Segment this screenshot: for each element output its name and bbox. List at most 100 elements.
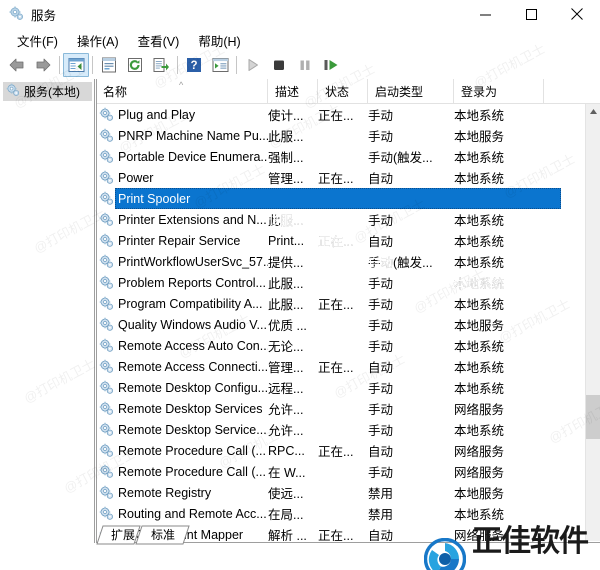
cell-log-on-as: 网络服务 bbox=[454, 403, 505, 417]
service-gear-icon bbox=[99, 443, 114, 461]
column-header-status-label: 状态 bbox=[325, 84, 350, 99]
table-row[interactable]: Remote Registry 使远... 禁用 本地服务 bbox=[96, 482, 585, 503]
close-button[interactable] bbox=[554, 0, 600, 28]
forward-icon[interactable] bbox=[30, 53, 56, 77]
window-title: 服务 bbox=[31, 9, 57, 23]
column-header-log-on-as-label: 登录为 bbox=[461, 84, 498, 99]
cell-service-name: Remote Desktop Service... bbox=[118, 422, 267, 437]
view-tabs: 扩展 标准 bbox=[96, 525, 600, 545]
scroll-up-icon[interactable] bbox=[586, 104, 600, 119]
table-row[interactable]: Remote Procedure Call (... RPC... 正在... 自动 网… bbox=[96, 440, 585, 461]
table-row[interactable]: Remote Access Connecti... 管理... 正在... 自动 本地系… bbox=[96, 356, 585, 377]
column-header-name-label: 名称 bbox=[103, 84, 128, 99]
minimize-button[interactable] bbox=[462, 0, 508, 28]
menu-help[interactable]: 帮助(H) bbox=[189, 29, 250, 52]
table-row[interactable]: Portable Device Enumera... 强制... 手动(触发... 本… bbox=[96, 146, 585, 167]
services-table: Plug and Play 使计... 正在... 手动 本地系统 PNRP Machin… bbox=[96, 104, 585, 541]
cell-status bbox=[318, 272, 366, 293]
cell-status: 正在... bbox=[318, 235, 354, 249]
column-header-log-on-as[interactable]: 登录为 bbox=[454, 79, 544, 103]
stop-service-icon[interactable] bbox=[266, 53, 292, 77]
table-row[interactable]: Remote Access Auto Con... 无论... 手动 本地系统 bbox=[96, 335, 585, 356]
table-row[interactable]: Remote Desktop Services 允许... 手动 网络服务 bbox=[96, 398, 585, 419]
cell-service-name: Remote Procedure Call (... bbox=[118, 443, 266, 458]
menu-view[interactable]: 查看(V) bbox=[129, 29, 190, 52]
show-tree-icon[interactable] bbox=[63, 53, 89, 77]
service-gear-icon bbox=[99, 401, 114, 419]
sidebar-item-label: 服务(本地) bbox=[24, 85, 80, 99]
cell-log-on-as: 本地服务 bbox=[454, 130, 505, 144]
export-list-icon[interactable] bbox=[148, 53, 174, 77]
column-header-blank[interactable] bbox=[544, 79, 585, 103]
cell-description: 此服... bbox=[268, 277, 304, 291]
column-header-name[interactable]: 名称 ^ bbox=[96, 79, 268, 103]
service-gear-icon bbox=[99, 254, 114, 272]
menu-file[interactable]: 文件(F) bbox=[8, 29, 68, 52]
cell-log-on-as: 本地系统 bbox=[454, 361, 505, 375]
column-header-status[interactable]: 状态 bbox=[318, 79, 368, 103]
cell-log-on-as: 网络服务 bbox=[454, 445, 505, 459]
cell-startup-type: 手动 bbox=[368, 340, 394, 354]
table-row[interactable]: Print Spooler 该服... 正在... 自动 本地系统 bbox=[96, 188, 585, 291]
scrollbar-thumb[interactable] bbox=[586, 395, 600, 439]
cell-service-name: Remote Desktop Configu... bbox=[118, 380, 268, 395]
cell-description: 允许... bbox=[268, 403, 304, 417]
cell-description: 此服... bbox=[268, 298, 304, 312]
service-gear-icon bbox=[99, 275, 114, 293]
tab-extended[interactable]: 扩展 bbox=[104, 525, 142, 544]
cell-description: 优质 ... bbox=[268, 319, 307, 333]
table-row[interactable]: Quality Windows Audio V... 优质 ... 手动 本地服务 bbox=[96, 314, 585, 335]
menu-action[interactable]: 操作(A) bbox=[68, 29, 129, 52]
cell-log-on-as: 本地系统 bbox=[454, 382, 505, 396]
start-service-icon[interactable] bbox=[240, 53, 266, 77]
properties-icon[interactable] bbox=[96, 53, 122, 77]
table-row[interactable]: Remote Desktop Configu... 远程... 手动 本地系统 bbox=[96, 377, 585, 398]
column-header-description[interactable]: 描述 bbox=[268, 79, 318, 103]
pause-service-icon[interactable] bbox=[292, 53, 318, 77]
column-header-startup-type[interactable]: 启动类型 bbox=[368, 79, 454, 103]
cell-log-on-as: 本地系统 bbox=[454, 151, 505, 165]
back-icon[interactable] bbox=[4, 53, 30, 77]
table-row[interactable]: Printer Extensions and N... 此服... 手动 本地系统 bbox=[96, 209, 585, 230]
cell-description: 提供... bbox=[268, 256, 304, 270]
maximize-button[interactable] bbox=[508, 0, 554, 28]
cell-log-on-as: 本地系统 bbox=[454, 172, 505, 186]
cell-startup-type: 手动 bbox=[368, 298, 394, 312]
table-row[interactable]: PrintWorkflowUserSvc_57... 提供... 手动(触发... 本… bbox=[96, 251, 585, 272]
vertical-scrollbar[interactable] bbox=[585, 104, 600, 541]
services-list-pane: 名称 ^ 描述 状态 启动类型 登录为 Plug and Play 使计... 正在… bbox=[96, 79, 600, 543]
refresh-icon[interactable] bbox=[122, 53, 148, 77]
table-row[interactable]: Routing and Remote Acc... 在局... 禁用 本地系统 bbox=[96, 503, 585, 524]
cell-service-name: Remote Procedure Call (... bbox=[118, 464, 266, 479]
help-icon[interactable]: ? bbox=[181, 53, 207, 77]
service-gear-icon bbox=[99, 338, 114, 356]
view-list-icon[interactable] bbox=[207, 53, 233, 77]
cell-status: 正在... bbox=[318, 445, 354, 459]
cell-log-on-as: 本地系统 bbox=[454, 277, 505, 291]
service-gear-icon bbox=[99, 191, 114, 209]
tab-standard[interactable]: 标准 bbox=[144, 525, 182, 544]
services-gear-icon bbox=[6, 83, 20, 100]
cell-log-on-as: 本地服务 bbox=[454, 319, 505, 333]
table-row[interactable]: Remote Desktop Service... 允许... 手动 本地系统 bbox=[96, 419, 585, 440]
table-row[interactable]: Program Compatibility A... 此服... 正在... 手动 本地… bbox=[96, 293, 585, 314]
menu-bar: 文件(F) 操作(A) 查看(V) 帮助(H) bbox=[0, 28, 600, 52]
restart-service-icon[interactable] bbox=[318, 53, 344, 77]
table-row[interactable]: Power 管理... 正在... 自动 本地系统 bbox=[96, 167, 585, 188]
service-gear-icon bbox=[99, 107, 114, 125]
cell-description: 允许... bbox=[268, 424, 304, 438]
cell-status bbox=[318, 251, 366, 272]
cell-status bbox=[318, 314, 366, 335]
service-gear-icon bbox=[99, 128, 114, 146]
cell-log-on-as: 本地系统 bbox=[454, 298, 505, 312]
table-row[interactable]: Plug and Play 使计... 正在... 手动 本地系统 bbox=[96, 104, 585, 125]
list-header: 名称 ^ 描述 状态 启动类型 登录为 bbox=[96, 79, 600, 104]
cell-description: 使远... bbox=[268, 487, 304, 501]
cell-service-name: Printer Extensions and N... bbox=[118, 212, 267, 227]
cell-startup-type: 手动(触发... bbox=[368, 151, 433, 165]
cell-description: 使计... bbox=[268, 109, 304, 123]
sidebar-item-services-local[interactable]: 服务(本地) bbox=[3, 82, 92, 101]
table-row[interactable]: PNRP Machine Name Pu... 此服... 手动 本地服务 bbox=[96, 125, 585, 146]
table-row[interactable]: Remote Procedure Call (... 在 W... 手动 网络服务 bbox=[96, 461, 585, 482]
cell-status bbox=[318, 335, 366, 356]
